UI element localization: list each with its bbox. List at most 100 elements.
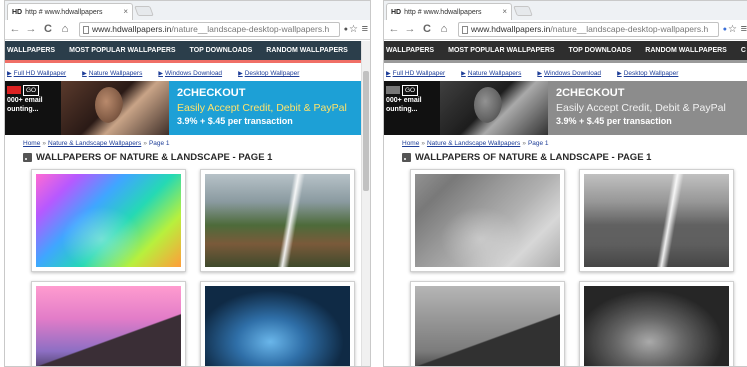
breadcrumb-home[interactable]: Home [23,140,40,147]
banner-left-panel: GO 000+ email ounting... [5,81,61,135]
banner-left-line1: 000+ email [7,97,43,104]
url-host: www.hdwallpapers.in [92,24,172,34]
subnav-desktop[interactable]: ▶ Desktop Wallpaper [238,70,299,77]
tab-title: http # www.hdwallpapers [404,8,482,16]
subnav-nature[interactable]: ▶ Nature Wallpapers [461,70,521,77]
forward-icon[interactable]: → [25,23,37,36]
nav-top-downloads[interactable]: TOP DOWNLOADS [190,47,253,54]
banner-tagline: Easily Accept Credit, Debit & PayPal [177,102,347,114]
scrollbar-thumb[interactable] [363,71,369,191]
forward-icon[interactable]: → [404,23,416,36]
browser-tab[interactable]: HD http # www.hdwallpapers × [7,3,133,20]
triangle-icon: ▶ [461,71,466,77]
subnav-windows[interactable]: ▶ Windows Download [537,70,601,77]
url-host: www.hdwallpapers.in [471,24,551,34]
bookmark-star-icon[interactable]: ☆ [349,24,358,35]
wallpaper-thumbnail[interactable] [579,169,734,272]
wallpaper-thumbnail[interactable] [579,281,734,366]
nav-most-popular[interactable]: MOST POPULAR WALLPAPERS [448,47,554,54]
rss-icon [23,153,32,162]
tab-close-icon[interactable]: × [502,7,507,16]
wallpaper-thumbnail[interactable] [200,281,355,366]
subnav-windows[interactable]: ▶ Windows Download [158,70,222,77]
subnav-full-hd[interactable]: ▶ Full HD Wallpaper [386,70,445,77]
ad-banner[interactable]: GO 000+ email ounting... 2CHECKOUT Easil… [5,81,370,135]
site-favicon: HD [391,8,402,16]
breadcrumb: Home» Nature & Landscape Wallpapers» Page … [23,140,170,147]
menu-icon[interactable]: ≡ [741,24,747,35]
flag-icon [7,86,21,95]
wallpaper-thumbnail[interactable] [410,281,565,366]
browser-toolbar: ← → C ⌂ www.hdwallpapers.in/nature__land… [5,20,370,40]
breadcrumb-section[interactable]: Nature & Landscape Wallpapers [427,140,520,147]
site-navbar: WALLPAPERS MOST POPULAR WALLPAPERS TOP D… [5,41,370,63]
nav-more[interactable]: C [741,47,746,54]
banner-left-panel: GO 000+ email ounting... [384,81,440,135]
triangle-icon: ▶ [386,71,391,77]
back-icon[interactable]: ← [388,23,400,36]
extension-icon[interactable]: ● [723,24,727,35]
browser-window-grayscale: HD http # www.hdwallpapers × ← → C ⌂ www… [383,0,747,367]
home-icon[interactable]: ⌂ [438,23,450,36]
triangle-icon: ▶ [617,71,622,77]
new-tab-button[interactable] [513,6,533,16]
sub-navigation: ▶ Full HD Wallpaper ▶ Nature Wallpapers ▶ W… [384,67,747,80]
reload-icon[interactable]: C [421,23,433,36]
home-icon[interactable]: ⌂ [59,23,71,36]
extension-icon[interactable]: ● [344,24,348,35]
go-button[interactable]: GO [23,85,40,96]
page-title: WALLPAPERS OF NATURE & LANDSCAPE - PAGE … [402,152,651,163]
nav-wallpapers[interactable]: WALLPAPERS [386,47,434,54]
subnav-desktop[interactable]: ▶ Desktop Wallpaper [617,70,678,77]
url-path: /nature__landscape-desktop-wallpapers.h [550,24,709,34]
triangle-icon: ▶ [82,71,87,77]
browser-tab[interactable]: HD http # www.hdwallpapers × [386,3,512,20]
tab-strip: HD http # www.hdwallpapers × [384,1,747,20]
nav-random[interactable]: RANDOM WALLPAPERS [645,47,727,54]
address-bar[interactable]: www.hdwallpapers.in/nature__landscape-de… [458,22,719,37]
bookmark-star-icon[interactable]: ☆ [728,24,737,35]
banner-title: 2CHECKOUT [556,87,625,99]
subnav-nature[interactable]: ▶ Nature Wallpapers [82,70,142,77]
banner-tagline: Easily Accept Credit, Debit & PayPal [556,102,726,114]
back-icon[interactable]: ← [9,23,21,36]
nav-top-downloads[interactable]: TOP DOWNLOADS [569,47,632,54]
reload-icon[interactable]: C [42,23,54,36]
tab-title: http # www.hdwallpapers [25,8,103,16]
menu-icon[interactable]: ≡ [362,24,368,35]
banner-photo [440,81,548,135]
banner-photo [61,81,169,135]
breadcrumb-home[interactable]: Home [402,140,419,147]
triangle-icon: ▶ [537,71,542,77]
site-favicon: HD [12,8,23,16]
wallpaper-thumbnail[interactable] [410,169,565,272]
breadcrumb-section[interactable]: Nature & Landscape Wallpapers [48,140,141,147]
nav-most-popular[interactable]: MOST POPULAR WALLPAPERS [69,47,175,54]
banner-left-line2: ounting... [7,106,39,113]
browser-toolbar: ← → C ⌂ www.hdwallpapers.in/nature__land… [384,20,747,40]
banner-title: 2CHECKOUT [177,87,246,99]
tab-strip: HD http # www.hdwallpapers × [5,1,370,20]
wallpaper-thumbnail[interactable] [31,169,186,272]
nav-random[interactable]: RANDOM WALLPAPERS [266,47,348,54]
triangle-icon: ▶ [158,71,163,77]
triangle-icon: ▶ [7,71,12,77]
new-tab-button[interactable] [134,6,154,16]
browser-window-color: HD http # www.hdwallpapers × ← → C ⌂ www… [4,0,371,367]
breadcrumb-current: Page 1 [148,140,170,147]
breadcrumb-current: Page 1 [527,140,549,147]
scrollbar[interactable] [361,41,370,366]
subnav-full-hd[interactable]: ▶ Full HD Wallpaper [7,70,66,77]
banner-price: 3.9% + $.45 per transaction [177,116,293,126]
address-bar[interactable]: www.hdwallpapers.in/nature__landscape-de… [79,22,340,37]
wallpaper-thumbnail[interactable] [200,169,355,272]
nav-wallpapers[interactable]: WALLPAPERS [7,47,55,54]
wallpaper-thumbnail[interactable] [31,281,186,366]
go-button[interactable]: GO [402,85,419,96]
ad-banner[interactable]: GO 000+ email ounting... 2CHECKOUT Easil… [384,81,747,135]
site-navbar: WALLPAPERS MOST POPULAR WALLPAPERS TOP D… [384,41,747,63]
tab-close-icon[interactable]: × [123,7,128,16]
url-path: /nature__landscape-desktop-wallpapers.h [171,24,330,34]
page-icon [83,26,89,34]
banner-price: 3.9% + $.45 per transaction [556,116,672,126]
